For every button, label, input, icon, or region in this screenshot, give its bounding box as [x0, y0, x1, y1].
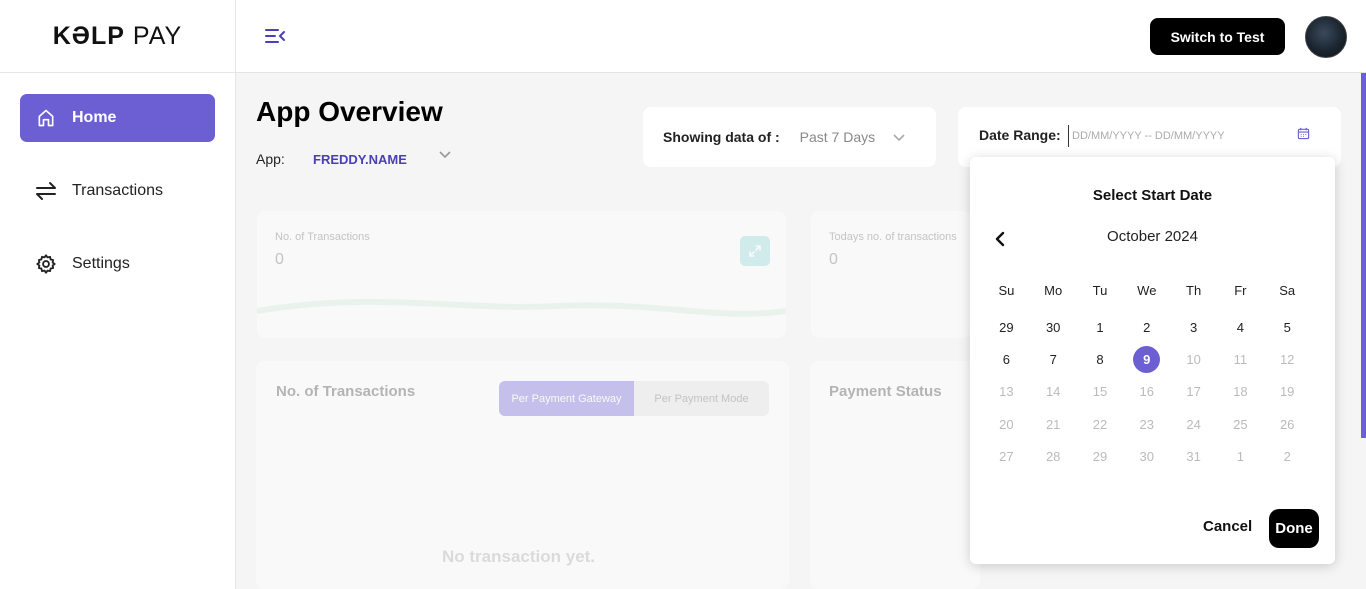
sidebar-item-label: Home [72, 109, 117, 126]
calendar-day-disabled: 19 [1279, 384, 1295, 400]
stat-card-today: Todays no. of transactions 0 [811, 211, 971, 338]
calendar-day-disabled: 27 [999, 449, 1014, 465]
calendar-day-disabled: 17 [1186, 384, 1201, 400]
calendar-icon[interactable] [1297, 127, 1311, 141]
calendar-day-disabled: 14 [1045, 384, 1061, 400]
weekday-label: Sa [1279, 282, 1296, 298]
logo-main: KƏLP [52, 21, 125, 50]
weekday-header: Su Mo Tu We Th Fr Sa [983, 274, 1335, 306]
calendar-day[interactable]: 30 [1030, 313, 1077, 341]
page-title: App Overview [256, 96, 443, 127]
calendar-day[interactable]: 3 [1170, 313, 1217, 341]
datepicker-popup: Select Start Date October 2024 Su Mo Tu … [970, 157, 1335, 564]
transactions-chart-card: No. of Transactions Per Payment Gateway … [256, 361, 789, 589]
period-label: Showing data of : [663, 129, 780, 145]
weekday-label: Th [1186, 282, 1202, 298]
weekday-label: Mo [1044, 282, 1063, 298]
calendar-day-disabled: 28 [1045, 449, 1061, 465]
chart-title: No. of Transactions [276, 383, 416, 400]
calendar-week: 29 30 1 2 3 4 5 [983, 311, 1335, 343]
swap-arrows-icon [34, 179, 58, 203]
switch-to-test-button[interactable]: Switch to Test [1150, 18, 1285, 55]
tab-per-payment-mode[interactable]: Per Payment Mode [634, 381, 769, 416]
weekday-label: Tu [1092, 282, 1108, 298]
cancel-button[interactable]: Cancel [1203, 518, 1252, 535]
weekday-label: Fr [1234, 282, 1247, 298]
chevron-down-icon[interactable] [438, 148, 452, 162]
calendar-day[interactable]: 8 [1077, 346, 1124, 374]
calendar-day[interactable]: 5 [1264, 313, 1311, 341]
selected-day-label: 9 [1133, 346, 1161, 374]
calendar-day-disabled: 21 [1045, 416, 1061, 432]
calendar-day[interactable]: 6 [983, 346, 1030, 374]
sidebar-item-transactions[interactable]: Transactions [20, 167, 215, 215]
calendar-day-disabled: 24 [1186, 416, 1201, 432]
calendar-day-selected[interactable]: 9 [1123, 346, 1170, 374]
empty-state-message: No transaction yet. [442, 547, 596, 566]
calendar-day-disabled: 20 [999, 416, 1014, 432]
sidebar-item-settings[interactable]: Settings [20, 240, 215, 288]
sidebar-item-label: Transactions [72, 182, 163, 199]
stat-value: 0 [829, 251, 838, 268]
calendar-day-disabled: 23 [1139, 416, 1155, 432]
calendar-day-disabled: 26 [1279, 416, 1295, 432]
datepicker-month: October 2024 [1107, 228, 1198, 245]
calendar-grid: 29 30 1 2 3 4 5 6 7 8 9 10 11 12 13 14 1… [983, 311, 1335, 473]
datepicker-title: Select Start Date [1092, 187, 1213, 204]
top-header: Switch to Test [236, 0, 1366, 73]
calendar-day[interactable]: 2 [1123, 313, 1170, 341]
calendar-day[interactable]: 29 [983, 313, 1030, 341]
date-range-label: Date Range: [979, 127, 1061, 143]
tab-per-payment-gateway[interactable]: Per Payment Gateway [499, 381, 634, 416]
date-range-input[interactable] [1068, 125, 1298, 147]
expand-icon[interactable] [740, 236, 770, 266]
calendar-week: 20 21 22 23 24 25 26 [983, 408, 1335, 440]
sidebar-item-home[interactable]: Home [20, 94, 215, 142]
avatar[interactable] [1305, 16, 1347, 58]
calendar-day[interactable]: 1 [1077, 313, 1124, 341]
stat-label: No. of Transactions [275, 231, 370, 243]
weekday-label: We [1137, 282, 1157, 298]
calendar-day-disabled: 30 [1139, 449, 1155, 465]
sparkline [257, 298, 786, 317]
payment-status-card: Payment Status [810, 361, 980, 589]
calendar-day-disabled: 25 [1233, 416, 1248, 432]
calendar-week: 6 7 8 9 10 11 12 [983, 343, 1335, 375]
calendar-day[interactable]: 4 [1217, 313, 1264, 341]
weekday-label: Su [998, 282, 1015, 298]
sidebar-item-label: Settings [72, 255, 130, 272]
stat-card-transactions: No. of Transactions 0 [257, 211, 786, 338]
stat-label: Todays no. of transactions [829, 231, 957, 243]
calendar-week: 27 28 29 30 31 1 2 [983, 441, 1335, 473]
calendar-day-disabled: 2 [1283, 449, 1291, 465]
scrollbar[interactable] [1361, 73, 1366, 438]
period-value[interactable]: Past 7 Days [800, 129, 875, 145]
calendar-day-disabled: 13 [999, 384, 1014, 400]
calendar-day-disabled: 29 [1092, 449, 1108, 465]
calendar-day-disabled: 18 [1233, 384, 1248, 400]
calendar-day-disabled: 12 [1279, 352, 1295, 368]
calendar-day-disabled: 10 [1186, 352, 1201, 368]
done-button[interactable]: Done [1269, 509, 1319, 548]
calendar-day-disabled: 1 [1236, 449, 1244, 465]
stat-value: 0 [275, 251, 284, 268]
app-label: App: [256, 151, 285, 167]
calendar-day-disabled: 22 [1092, 416, 1108, 432]
chevron-down-icon[interactable] [892, 131, 906, 145]
calendar-week: 13 14 15 16 17 18 19 [983, 376, 1335, 408]
calendar-day-disabled: 11 [1233, 352, 1248, 368]
sidebar: KƏLP PAY Home Transactions Settings [0, 0, 236, 589]
calendar-day-disabled: 15 [1092, 384, 1108, 400]
app-select-value[interactable]: FREDDY.NAME [313, 152, 407, 167]
period-selector[interactable]: Showing data of : Past 7 Days [643, 107, 936, 167]
logo[interactable]: KƏLP PAY [0, 0, 235, 73]
chart-title: Payment Status [829, 383, 942, 400]
gear-icon [34, 252, 58, 276]
calendar-day-disabled: 31 [1186, 449, 1201, 465]
menu-collapse-icon[interactable] [264, 27, 288, 47]
calendar-day-disabled: 16 [1139, 384, 1155, 400]
logo-suffix: PAY [132, 21, 183, 50]
calendar-day[interactable]: 7 [1030, 346, 1077, 374]
home-icon [34, 106, 58, 130]
